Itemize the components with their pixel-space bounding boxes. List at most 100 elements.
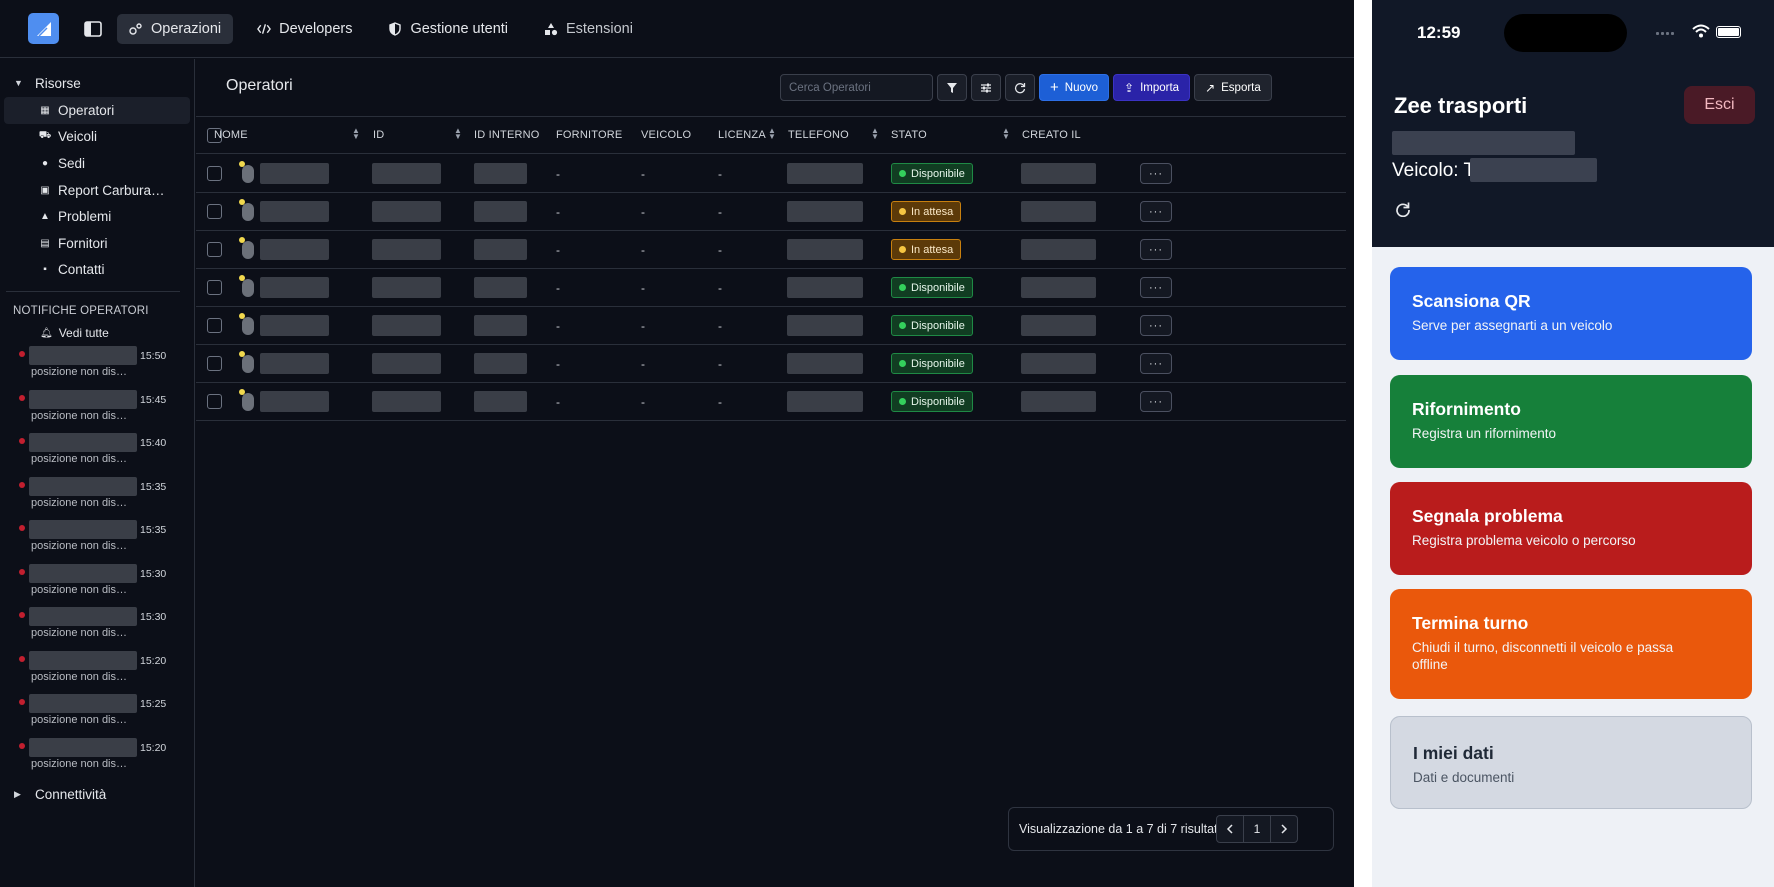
row-actions-button[interactable]: ··· <box>1140 391 1172 412</box>
tab-gestione-utenti[interactable]: Gestione utenti <box>376 14 520 44</box>
sidebar-item-problemi[interactable]: ▲ Problemi <box>4 203 190 230</box>
export-button[interactable]: ↗ Esporta <box>1194 74 1272 101</box>
status-dot <box>899 170 906 177</box>
row-checkbox[interactable] <box>207 204 222 219</box>
redacted-operator-name <box>29 346 137 366</box>
sort-icon[interactable]: ▲ ▼ <box>768 127 776 141</box>
row-actions-button[interactable]: ··· <box>1140 353 1172 374</box>
sidebar-item-label: Sedi <box>58 155 86 171</box>
search-input[interactable]: Cerca Operatori <box>780 74 933 101</box>
redacted-created-date <box>1021 353 1096 374</box>
row-checkbox[interactable] <box>207 166 222 181</box>
notification-item[interactable]: 15:20 posizione non dis… <box>0 649 194 693</box>
redacted-id <box>372 315 441 336</box>
notification-message: posizione non dis… <box>31 714 128 727</box>
table-row[interactable]: - - - Disponibile ··· <box>196 345 1346 383</box>
column-header-nome[interactable]: NOME <box>214 129 248 141</box>
end-shift-card[interactable]: Termina turno Chiudi il turno, disconnet… <box>1390 589 1752 699</box>
table-row[interactable]: - - - Disponibile ··· <box>196 155 1346 193</box>
notification-item[interactable]: 15:20 posizione non dis… <box>0 736 194 780</box>
filter-button[interactable] <box>937 74 967 101</box>
row-actions-button[interactable]: ··· <box>1140 163 1172 184</box>
sort-icon[interactable]: ▲ ▼ <box>454 127 462 141</box>
tab-gestione-utenti-label: Gestione utenti <box>410 20 509 37</box>
notification-item[interactable]: 15:25 posizione non dis… <box>0 692 194 736</box>
row-checkbox[interactable] <box>207 394 222 409</box>
avatar <box>242 203 254 221</box>
row-checkbox[interactable] <box>207 242 222 257</box>
sidebar-item-sedi[interactable]: ● Sedi <box>4 150 190 177</box>
row-actions-button[interactable]: ··· <box>1140 201 1172 222</box>
sort-icon[interactable]: ▲ ▼ <box>352 127 360 141</box>
notification-time: 15:40 <box>140 437 167 450</box>
my-data-card[interactable]: I miei dati Dati e documenti <box>1390 716 1752 809</box>
report-problem-card[interactable]: Segnala problema Registra problema veico… <box>1390 482 1752 575</box>
tab-estensioni[interactable]: Estensioni <box>532 14 645 44</box>
license-cell: - <box>718 243 722 257</box>
avatar <box>242 355 254 373</box>
vehicle-cell: - <box>641 167 645 181</box>
notification-item[interactable]: 15:50 posizione non dis… <box>0 344 194 388</box>
row-actions-button[interactable]: ··· <box>1140 277 1172 298</box>
sidebar-item-operatori[interactable]: ▦ Operatori <box>4 97 190 124</box>
notification-item[interactable]: 15:35 posizione non dis… <box>0 518 194 562</box>
status-dot <box>899 284 906 291</box>
notification-item[interactable]: 15:30 posizione non dis… <box>0 562 194 606</box>
column-header-telefono[interactable]: TELEFONO <box>788 129 849 141</box>
sidebar-item-contatti[interactable]: ▪ Contatti <box>4 257 190 284</box>
columns-settings-button[interactable] <box>971 74 1001 101</box>
tab-operazioni[interactable]: Operazioni <box>117 13 234 44</box>
import-button[interactable]: ⇪ Importa <box>1113 74 1191 101</box>
notification-item[interactable]: 15:45 posizione non dis… <box>0 388 194 432</box>
table-row[interactable]: - - - Disponibile ··· <box>196 307 1346 345</box>
sort-icon[interactable]: ▲ ▼ <box>1002 127 1010 141</box>
redacted-internal-id <box>474 201 527 222</box>
row-checkbox[interactable] <box>207 318 222 333</box>
notification-item[interactable]: 15:30 posizione non dis… <box>0 605 194 649</box>
refresh-button[interactable] <box>1005 74 1035 101</box>
sidebar-toggle-icon[interactable] <box>81 17 105 41</box>
row-actions-button[interactable]: ··· <box>1140 239 1172 260</box>
sort-icon[interactable]: ▲ ▼ <box>871 127 879 141</box>
column-header-licenza[interactable]: LICENZA <box>718 129 766 141</box>
scan-qr-card[interactable]: Scansiona QR Serve per assegnarti a un v… <box>1390 267 1752 360</box>
table-row[interactable]: - - - In attesa ··· <box>196 231 1346 269</box>
table-row[interactable]: - - - In attesa ··· <box>196 193 1346 231</box>
refuel-card[interactable]: Rifornimento Registra un rifornimento <box>1390 375 1752 468</box>
redacted-name <box>260 163 329 184</box>
new-button[interactable]: + Nuovo <box>1039 74 1110 101</box>
license-cell: - <box>718 167 722 181</box>
presence-dot <box>239 161 245 167</box>
logout-button[interactable]: Esci <box>1684 86 1755 124</box>
sidebar-group-connettivita[interactable]: ▶ Connettività <box>0 780 194 808</box>
page-1-button[interactable]: 1 <box>1243 815 1271 843</box>
column-header-id[interactable]: ID <box>373 129 384 141</box>
previous-page-button[interactable] <box>1216 815 1244 843</box>
sidebar-item-report-carburante[interactable]: ▣ Report Carbura… <box>4 177 190 204</box>
see-all-notifications-link[interactable]: 🔔︎ Vedi tutte <box>0 322 194 344</box>
status-label: Disponibile <box>911 357 965 370</box>
notification-message: posizione non dis… <box>31 670 128 683</box>
redacted-operator-name <box>1392 131 1575 155</box>
next-page-button[interactable] <box>1270 815 1298 843</box>
license-cell: - <box>718 319 722 333</box>
redacted-name <box>260 353 329 374</box>
app-logo[interactable] <box>28 13 59 44</box>
row-checkbox[interactable] <box>207 280 222 295</box>
supplier-cell: - <box>556 167 560 181</box>
row-checkbox[interactable] <box>207 356 222 371</box>
vehicle-cell: - <box>641 319 645 333</box>
redacted-vehicle-plate <box>1470 158 1597 182</box>
sidebar-group-risorse[interactable]: ▼ Risorse <box>0 69 194 97</box>
table-row[interactable]: - - - Disponibile ··· <box>196 383 1346 421</box>
status-badge: Disponibile <box>891 353 973 374</box>
table-row[interactable]: - - - Disponibile ··· <box>196 269 1346 307</box>
presence-dot <box>239 313 245 319</box>
row-actions-button[interactable]: ··· <box>1140 315 1172 336</box>
column-header-stato[interactable]: STATO <box>891 129 927 141</box>
sidebar-item-fornitori[interactable]: ▤ Fornitori <box>4 230 190 257</box>
notification-item[interactable]: 15:35 posizione non dis… <box>0 475 194 519</box>
tab-developers[interactable]: Developers <box>245 14 364 44</box>
notification-item[interactable]: 15:40 posizione non dis… <box>0 431 194 475</box>
sidebar-item-veicoli[interactable]: ⛟ Veicoli <box>4 124 190 151</box>
